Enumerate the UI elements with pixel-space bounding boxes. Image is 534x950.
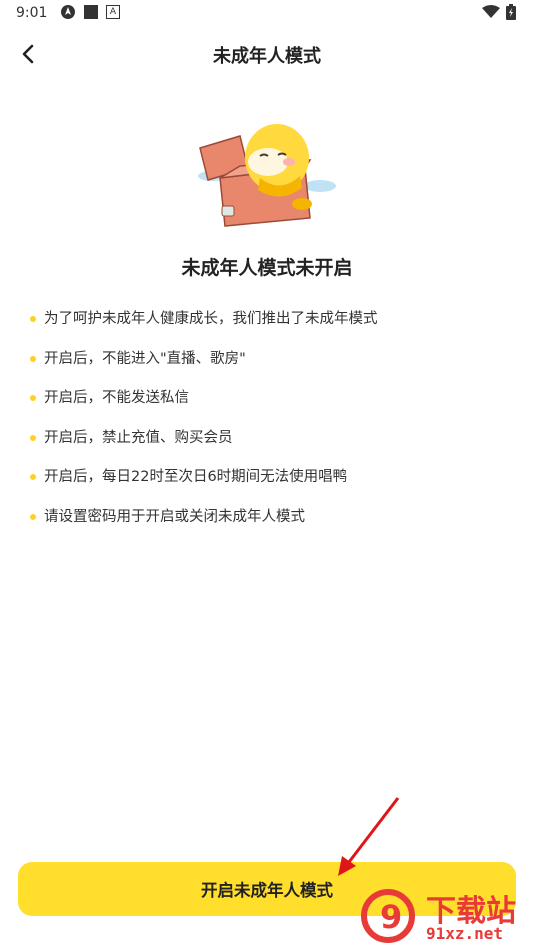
bullet-dot-icon [30,474,36,480]
watermark-logo-icon: 9 [361,889,415,943]
square-icon [84,5,98,19]
watermark-logo-number: 9 [380,898,402,936]
duck-in-treasure-chest-illustration [198,124,336,227]
bullet-dot-icon [30,316,36,322]
app-header: 未成年人模式 [0,28,534,80]
bullet-dot-icon [30,513,36,520]
watermark: 9 下载站 91xz.net [360,886,530,948]
rule-text: 开启后，不能进入"直播、歌房" [44,350,246,367]
page-title: 未成年人模式 [213,46,321,67]
bullet-dot-icon [30,355,36,362]
bullet-dot-icon [30,395,36,401]
list-item: 为了呵护未成年人健康成长，我们推出了未成年模式 [30,306,510,346]
rule-text: 为了呵护未成年人健康成长，我们推出了未成年模式 [44,311,378,327]
list-item: 开启后，不能进入"直播、歌房" [30,346,510,386]
status-icons-left: A [60,4,120,20]
rule-text: 请设置密码用于开启或关闭未成年人模式 [44,508,305,525]
bullet-dot-icon [30,434,36,441]
list-item: 请设置密码用于开启或关闭未成年人模式 [30,504,510,544]
watermark-text-bottom: 91xz.net [426,924,504,943]
status-bar: 9:01 A [0,0,534,28]
status-time: 9:01 [16,5,48,21]
wifi-icon [482,5,500,18]
rule-text: 开启后，不能发送私信 [44,390,189,406]
status-icons-right [482,4,516,20]
rules-list: 为了呵护未成年人健康成长，我们推出了未成年模式 开启后，不能进入"直播、歌房" … [30,306,510,543]
rule-text: 开启后，每日22时至次日6时期间无法使用唱鸭 [44,469,348,485]
list-item: 开启后，每日22时至次日6时期间无法使用唱鸭 [30,464,510,504]
list-item: 开启后，不能发送私信 [30,385,510,425]
navigation-icon [61,5,75,19]
rule-text: 开启后，禁止充值、购买会员 [44,429,233,446]
minor-mode-status-title: 未成年人模式未开启 [181,257,353,279]
list-item: 开启后，禁止充值、购买会员 [30,425,510,465]
annotation-arrow-icon [338,797,400,876]
a-box-icon: A [106,5,120,19]
battery-icon [506,4,516,20]
